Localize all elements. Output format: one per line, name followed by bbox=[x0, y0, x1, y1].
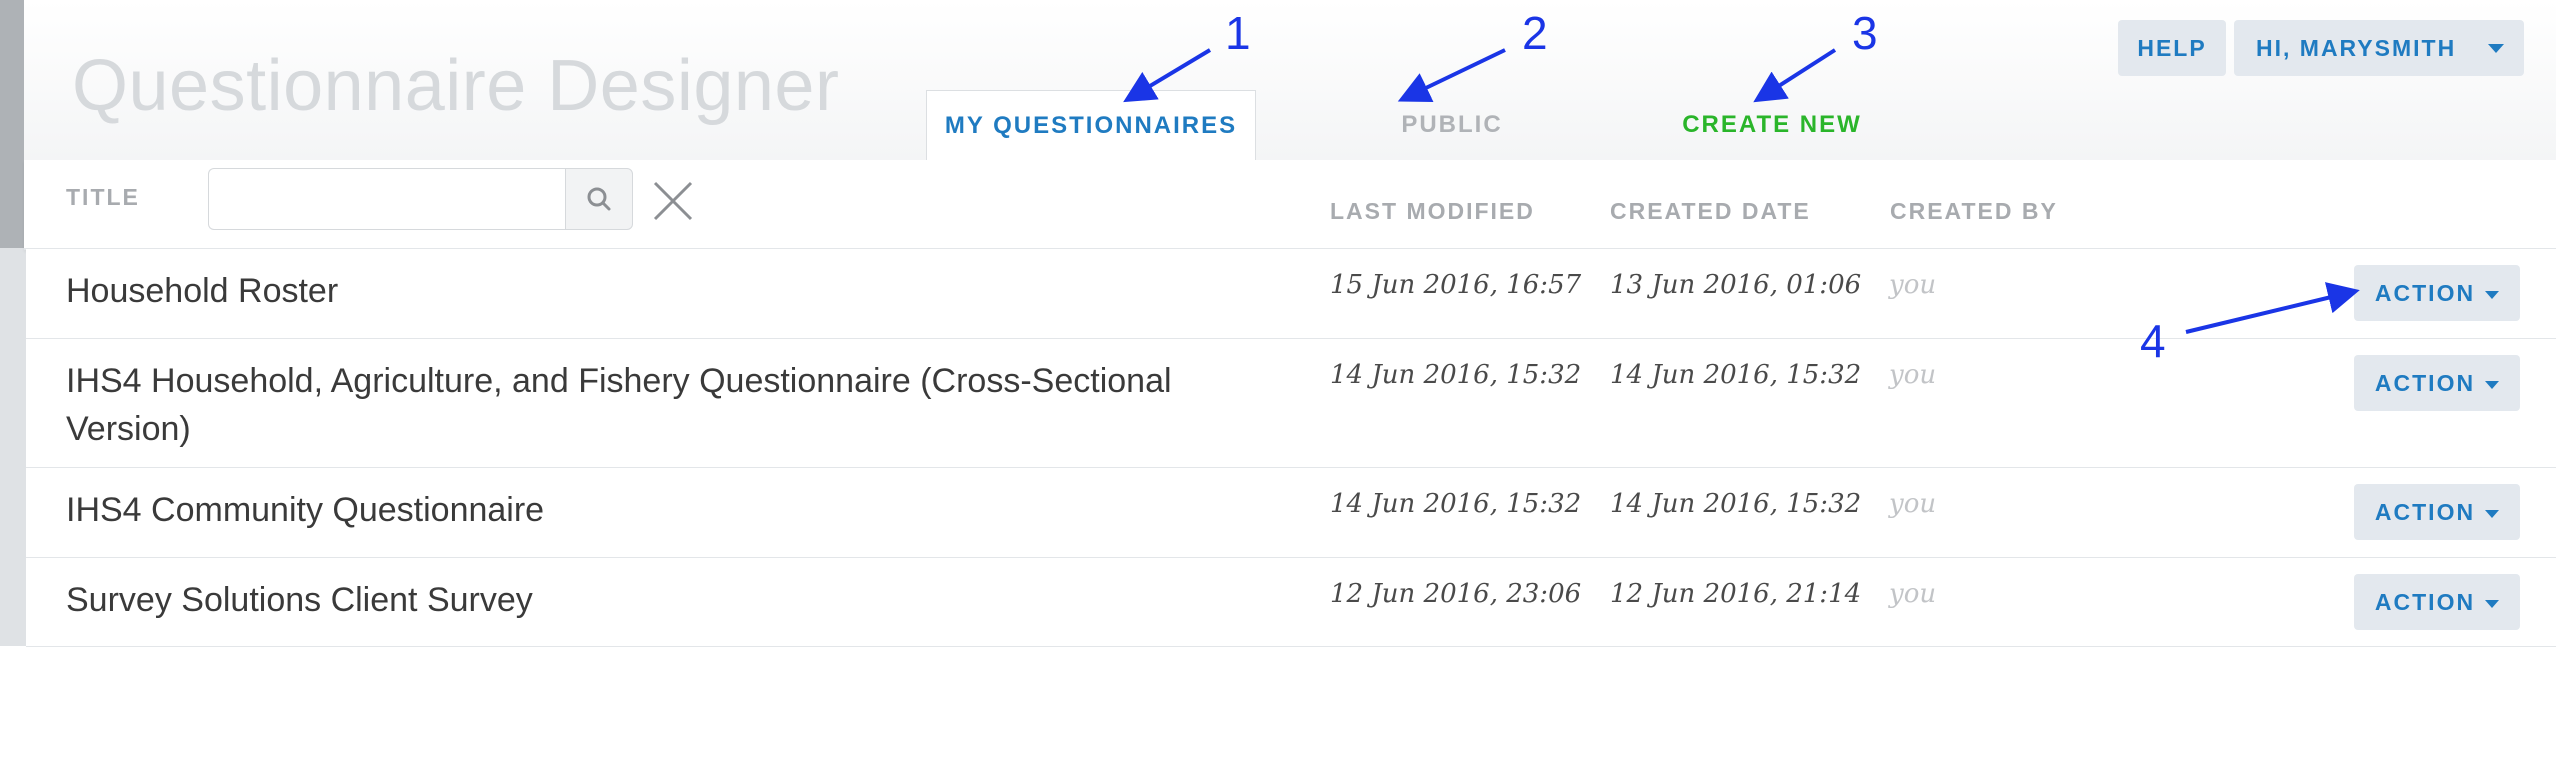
annotation-marker-2: 2 bbox=[1522, 7, 1548, 59]
annotation-arrow-3 bbox=[1753, 48, 1837, 103]
annotation-arrow-4 bbox=[2185, 282, 2360, 334]
annotation-marker-1: 1 bbox=[1225, 7, 1251, 59]
annotation-arrows bbox=[1123, 48, 2360, 334]
annotation-marker-4: 4 bbox=[2140, 315, 2166, 367]
annotation-marker-3: 3 bbox=[1852, 7, 1878, 59]
annotation-arrow-1 bbox=[1123, 48, 1212, 103]
annotation-arrow-2 bbox=[1397, 48, 1506, 103]
